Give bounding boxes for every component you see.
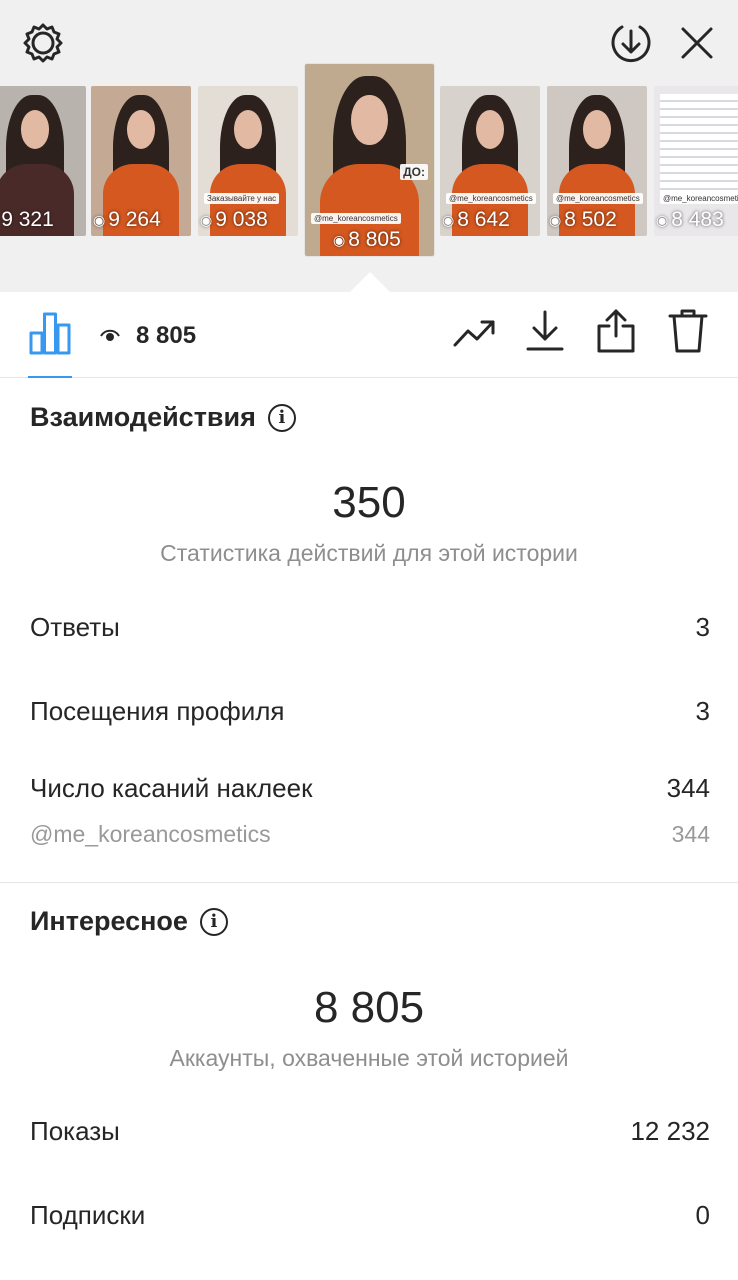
interactions-title: Взаимодействия xyxy=(30,402,256,432)
tab-insights[interactable] xyxy=(26,310,74,360)
stat-label: Показы xyxy=(30,1116,120,1146)
story-views-value: 8 502 xyxy=(564,208,617,231)
section-divider xyxy=(0,882,738,883)
save-button[interactable] xyxy=(524,310,566,356)
story-view-count: ◉ 8 805 xyxy=(331,228,401,252)
bar-chart-icon xyxy=(28,311,72,360)
story-person-face xyxy=(476,110,504,149)
eye-icon: ◉ xyxy=(93,211,106,228)
story-person-face xyxy=(351,94,388,145)
interactions-total: 350 xyxy=(332,478,406,527)
story-view-count: ◉ 9 038 xyxy=(198,208,268,232)
story-thumbnail[interactable]: ◉9 321 xyxy=(0,86,86,236)
stat-label: Ответы xyxy=(30,612,120,642)
discovery-total: 8 805 xyxy=(313,983,425,1032)
stat-value: 0 xyxy=(695,1200,710,1230)
gear-icon xyxy=(20,20,66,66)
delete-button[interactable] xyxy=(666,308,710,358)
stat-subrow-mention[interactable]: @me_koreancosmetics 344 xyxy=(30,821,710,848)
info-icon[interactable]: i xyxy=(199,907,228,936)
insights-toolbar: 8 805 xyxy=(0,292,738,378)
story-person-face xyxy=(234,110,262,149)
story-person-face xyxy=(583,110,611,149)
stat-row-sticker-taps: Число касаний наклеек 344 xyxy=(30,773,710,804)
story-view-count: ◉9 321 xyxy=(0,208,54,232)
story-person-face xyxy=(127,110,155,149)
story-views-value: 9 038 xyxy=(215,208,268,231)
stat-sublabel: @me_koreancosmetics xyxy=(30,821,271,847)
stories-header: ◉9 321◉9 264Заказывайте у нас◉9 038ДО:@m… xyxy=(0,0,738,292)
story-thumbnail-strip[interactable]: ◉9 321◉9 264Заказывайте у нас◉9 038ДО:@m… xyxy=(0,64,738,274)
stat-label: Посещения профиля xyxy=(30,696,285,726)
share-icon xyxy=(596,308,636,359)
stat-value: 344 xyxy=(666,773,710,803)
interactions-heading: Взаимодействия i xyxy=(30,402,296,433)
eye-icon xyxy=(100,322,120,350)
story-person-face xyxy=(20,110,50,149)
story-views-value: 8 483 xyxy=(671,208,724,231)
trend-icon xyxy=(453,318,497,353)
settings-button[interactable] xyxy=(18,18,68,68)
discovery-title: Интересное xyxy=(30,906,188,936)
share-button[interactable] xyxy=(594,308,638,358)
stat-subvalue: 344 xyxy=(671,821,710,847)
story-text-card xyxy=(660,94,738,198)
story-views-value: 9 264 xyxy=(108,208,161,231)
stat-row-follows: Подписки 0 xyxy=(30,1200,710,1231)
view-count-value: 8 805 xyxy=(136,322,197,349)
eye-icon: ◉ xyxy=(549,211,562,228)
stat-row-impressions: Показы 12 232 xyxy=(30,1116,710,1147)
discovery-subtitle: Аккаунты, охваченные этой историей xyxy=(169,1045,569,1071)
eye-icon: ◉ xyxy=(442,211,455,228)
stat-value: 3 xyxy=(695,696,710,726)
story-thumbnail[interactable]: @me_koreancosmetics ◉ 8 502 xyxy=(547,86,647,236)
story-caption: @me_koreancosmetics xyxy=(553,193,643,204)
selected-story-pointer xyxy=(350,272,390,292)
eye-icon: ◉ xyxy=(200,211,213,228)
story-thumbnail[interactable]: ДО: @me_koreancosmetics ◉ 8 805 xyxy=(305,64,434,256)
stat-value: 12 232 xyxy=(630,1116,710,1146)
trend-button[interactable] xyxy=(452,312,498,358)
info-icon[interactable]: i xyxy=(267,403,296,432)
download-icon xyxy=(525,309,565,358)
eye-icon: ◉ xyxy=(656,211,669,228)
close-button[interactable] xyxy=(672,18,722,68)
story-view-count: 8 805 xyxy=(100,322,196,350)
story-caption: Заказывайте у нас xyxy=(204,193,280,204)
story-thumbnail[interactable]: @me_koreancosmetics ◉ 8 642 xyxy=(440,86,540,236)
story-caption: @me_koreancosmetics xyxy=(446,193,536,204)
trash-icon xyxy=(668,308,708,359)
stat-label: Подписки xyxy=(30,1200,146,1230)
story-thumbnail[interactable]: @me_koreancosmetics ◉8 483 xyxy=(654,86,738,236)
eye-icon: ◉ xyxy=(333,231,346,248)
story-views-value: 8 642 xyxy=(457,208,510,231)
stat-row-profile-visits: Посещения профиля 3 xyxy=(30,696,710,727)
story-view-count: ◉ 9 264 xyxy=(91,208,161,232)
story-views-value: 8 805 xyxy=(348,228,401,251)
story-view-count: ◉ 8 642 xyxy=(440,208,510,232)
story-thumbnail[interactable]: ◉ 9 264 xyxy=(91,86,191,236)
story-views-value: 9 321 xyxy=(1,208,54,231)
stat-value: 3 xyxy=(695,612,710,642)
story-caption: @me_koreancosmetics xyxy=(311,213,401,224)
stat-row-replies: Ответы 3 xyxy=(30,612,710,643)
close-icon xyxy=(677,23,717,63)
stat-label: Число касаний наклеек xyxy=(30,773,313,803)
story-view-count: ◉ 8 502 xyxy=(547,208,617,232)
interactions-subtitle: Статистика действий для этой истории xyxy=(160,540,578,566)
story-overlay-text: ДО: xyxy=(400,164,428,180)
active-tab-underline xyxy=(28,376,72,378)
download-circle-icon xyxy=(609,21,653,65)
story-thumbnail[interactable]: Заказывайте у нас ◉ 9 038 xyxy=(198,86,298,236)
story-caption: @me_koreancosmetics xyxy=(660,193,738,204)
download-story-button[interactable] xyxy=(606,18,656,68)
discovery-heading: Интересное i xyxy=(30,906,228,937)
story-view-count: ◉ 8 483 xyxy=(654,208,724,232)
